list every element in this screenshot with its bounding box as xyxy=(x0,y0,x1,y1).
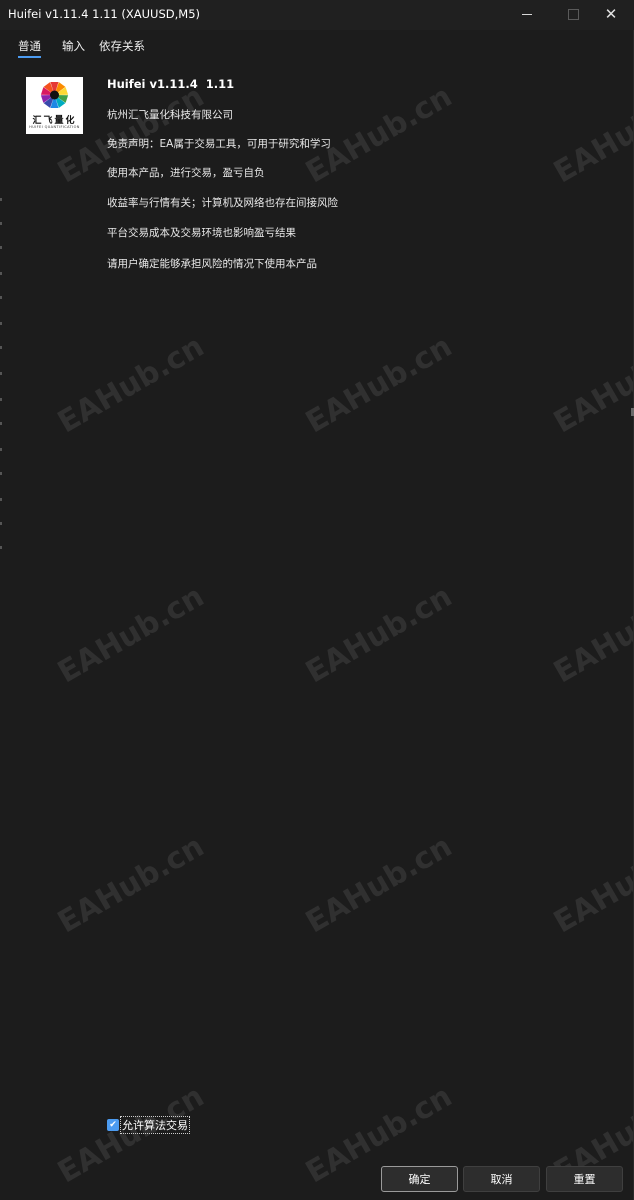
checkbox-checked-icon[interactable]: ✔ xyxy=(107,1119,119,1131)
watermark: EAHub.cn xyxy=(300,78,458,191)
edge-mark xyxy=(0,222,2,225)
minimize-button[interactable] xyxy=(504,0,550,28)
properties-dialog: EAHub.cn EAHub.cn EAHub.cn EAHub.cn EAHu… xyxy=(0,0,634,1200)
watermark: EAHub.cn xyxy=(52,578,210,691)
tab-inputs[interactable]: 输入 xyxy=(62,38,85,54)
disclaimer-line: 使用本产品，进行交易，盈亏自负 xyxy=(107,167,265,179)
active-tab-indicator xyxy=(18,56,41,58)
watermark: EAHub.cn xyxy=(52,1078,210,1191)
disclaimer-line: 收益率与行情有关；计算机及网络也存在间接风险 xyxy=(107,197,338,209)
watermark: EAHub.cn xyxy=(548,328,634,441)
watermark: EAHub.cn xyxy=(52,828,210,941)
disclaimer-line: 免责声明：EA属于交易工具，可用于研究和学习 xyxy=(107,138,331,150)
close-button[interactable]: ✕ xyxy=(588,0,634,28)
minimize-icon xyxy=(522,13,532,15)
edge-mark xyxy=(0,372,2,375)
maximize-icon xyxy=(567,8,579,20)
edge-mark xyxy=(0,296,2,299)
logo-name-en: HUIFEI QUANTIFICATION xyxy=(29,125,80,129)
disclaimer-line: 平台交易成本及交易环境也影响盈亏结果 xyxy=(107,227,296,239)
cancel-button[interactable]: 取消 xyxy=(463,1166,540,1192)
edge-mark xyxy=(0,498,2,501)
edge-mark xyxy=(0,448,2,451)
tab-dependencies[interactable]: 依存关系 xyxy=(99,38,145,54)
window-title: Huifei v1.11.4 1.11 (XAUUSD,M5) xyxy=(8,7,201,21)
edge-mark xyxy=(0,198,2,201)
title-bar[interactable]: Huifei v1.11.4 1.11 (XAUUSD,M5) ✕ xyxy=(0,0,634,30)
edge-mark xyxy=(0,522,2,525)
watermark: EAHub.cn xyxy=(300,328,458,441)
company-logo: 汇飞量化 HUIFEI QUANTIFICATION xyxy=(26,77,83,134)
close-icon: ✕ xyxy=(604,4,618,23)
reset-button[interactable]: 重置 xyxy=(546,1166,623,1192)
checkbox-label[interactable]: 允许算法交易 xyxy=(120,1116,190,1134)
allow-algo-trading-checkbox[interactable]: ✔ 允许算法交易 xyxy=(107,1116,190,1134)
edge-mark xyxy=(0,246,2,249)
watermark: EAHub.cn xyxy=(548,78,634,191)
company-name: 杭州汇飞量化科技有限公司 xyxy=(107,109,233,121)
edge-mark xyxy=(0,346,2,349)
edge-mark xyxy=(0,322,2,325)
tab-general[interactable]: 普通 xyxy=(18,38,41,54)
watermark: EAHub.cn xyxy=(548,828,634,941)
disclaimer-line: 请用户确定能够承担风险的情况下使用本产品 xyxy=(107,258,317,270)
watermark: EAHub.cn xyxy=(300,828,458,941)
edge-mark xyxy=(0,398,2,401)
tab-bar: 普通 输入 依存关系 xyxy=(0,34,634,60)
ea-title: Huifei v1.11.4 1.11 xyxy=(107,77,235,91)
edge-mark xyxy=(0,546,2,549)
watermark: EAHub.cn xyxy=(300,578,458,691)
ok-button[interactable]: 确定 xyxy=(381,1166,458,1192)
watermark: EAHub.cn xyxy=(548,578,634,691)
watermark: EAHub.cn xyxy=(52,328,210,441)
edge-mark xyxy=(0,422,2,425)
edge-mark xyxy=(0,472,2,475)
edge-mark xyxy=(0,272,2,275)
